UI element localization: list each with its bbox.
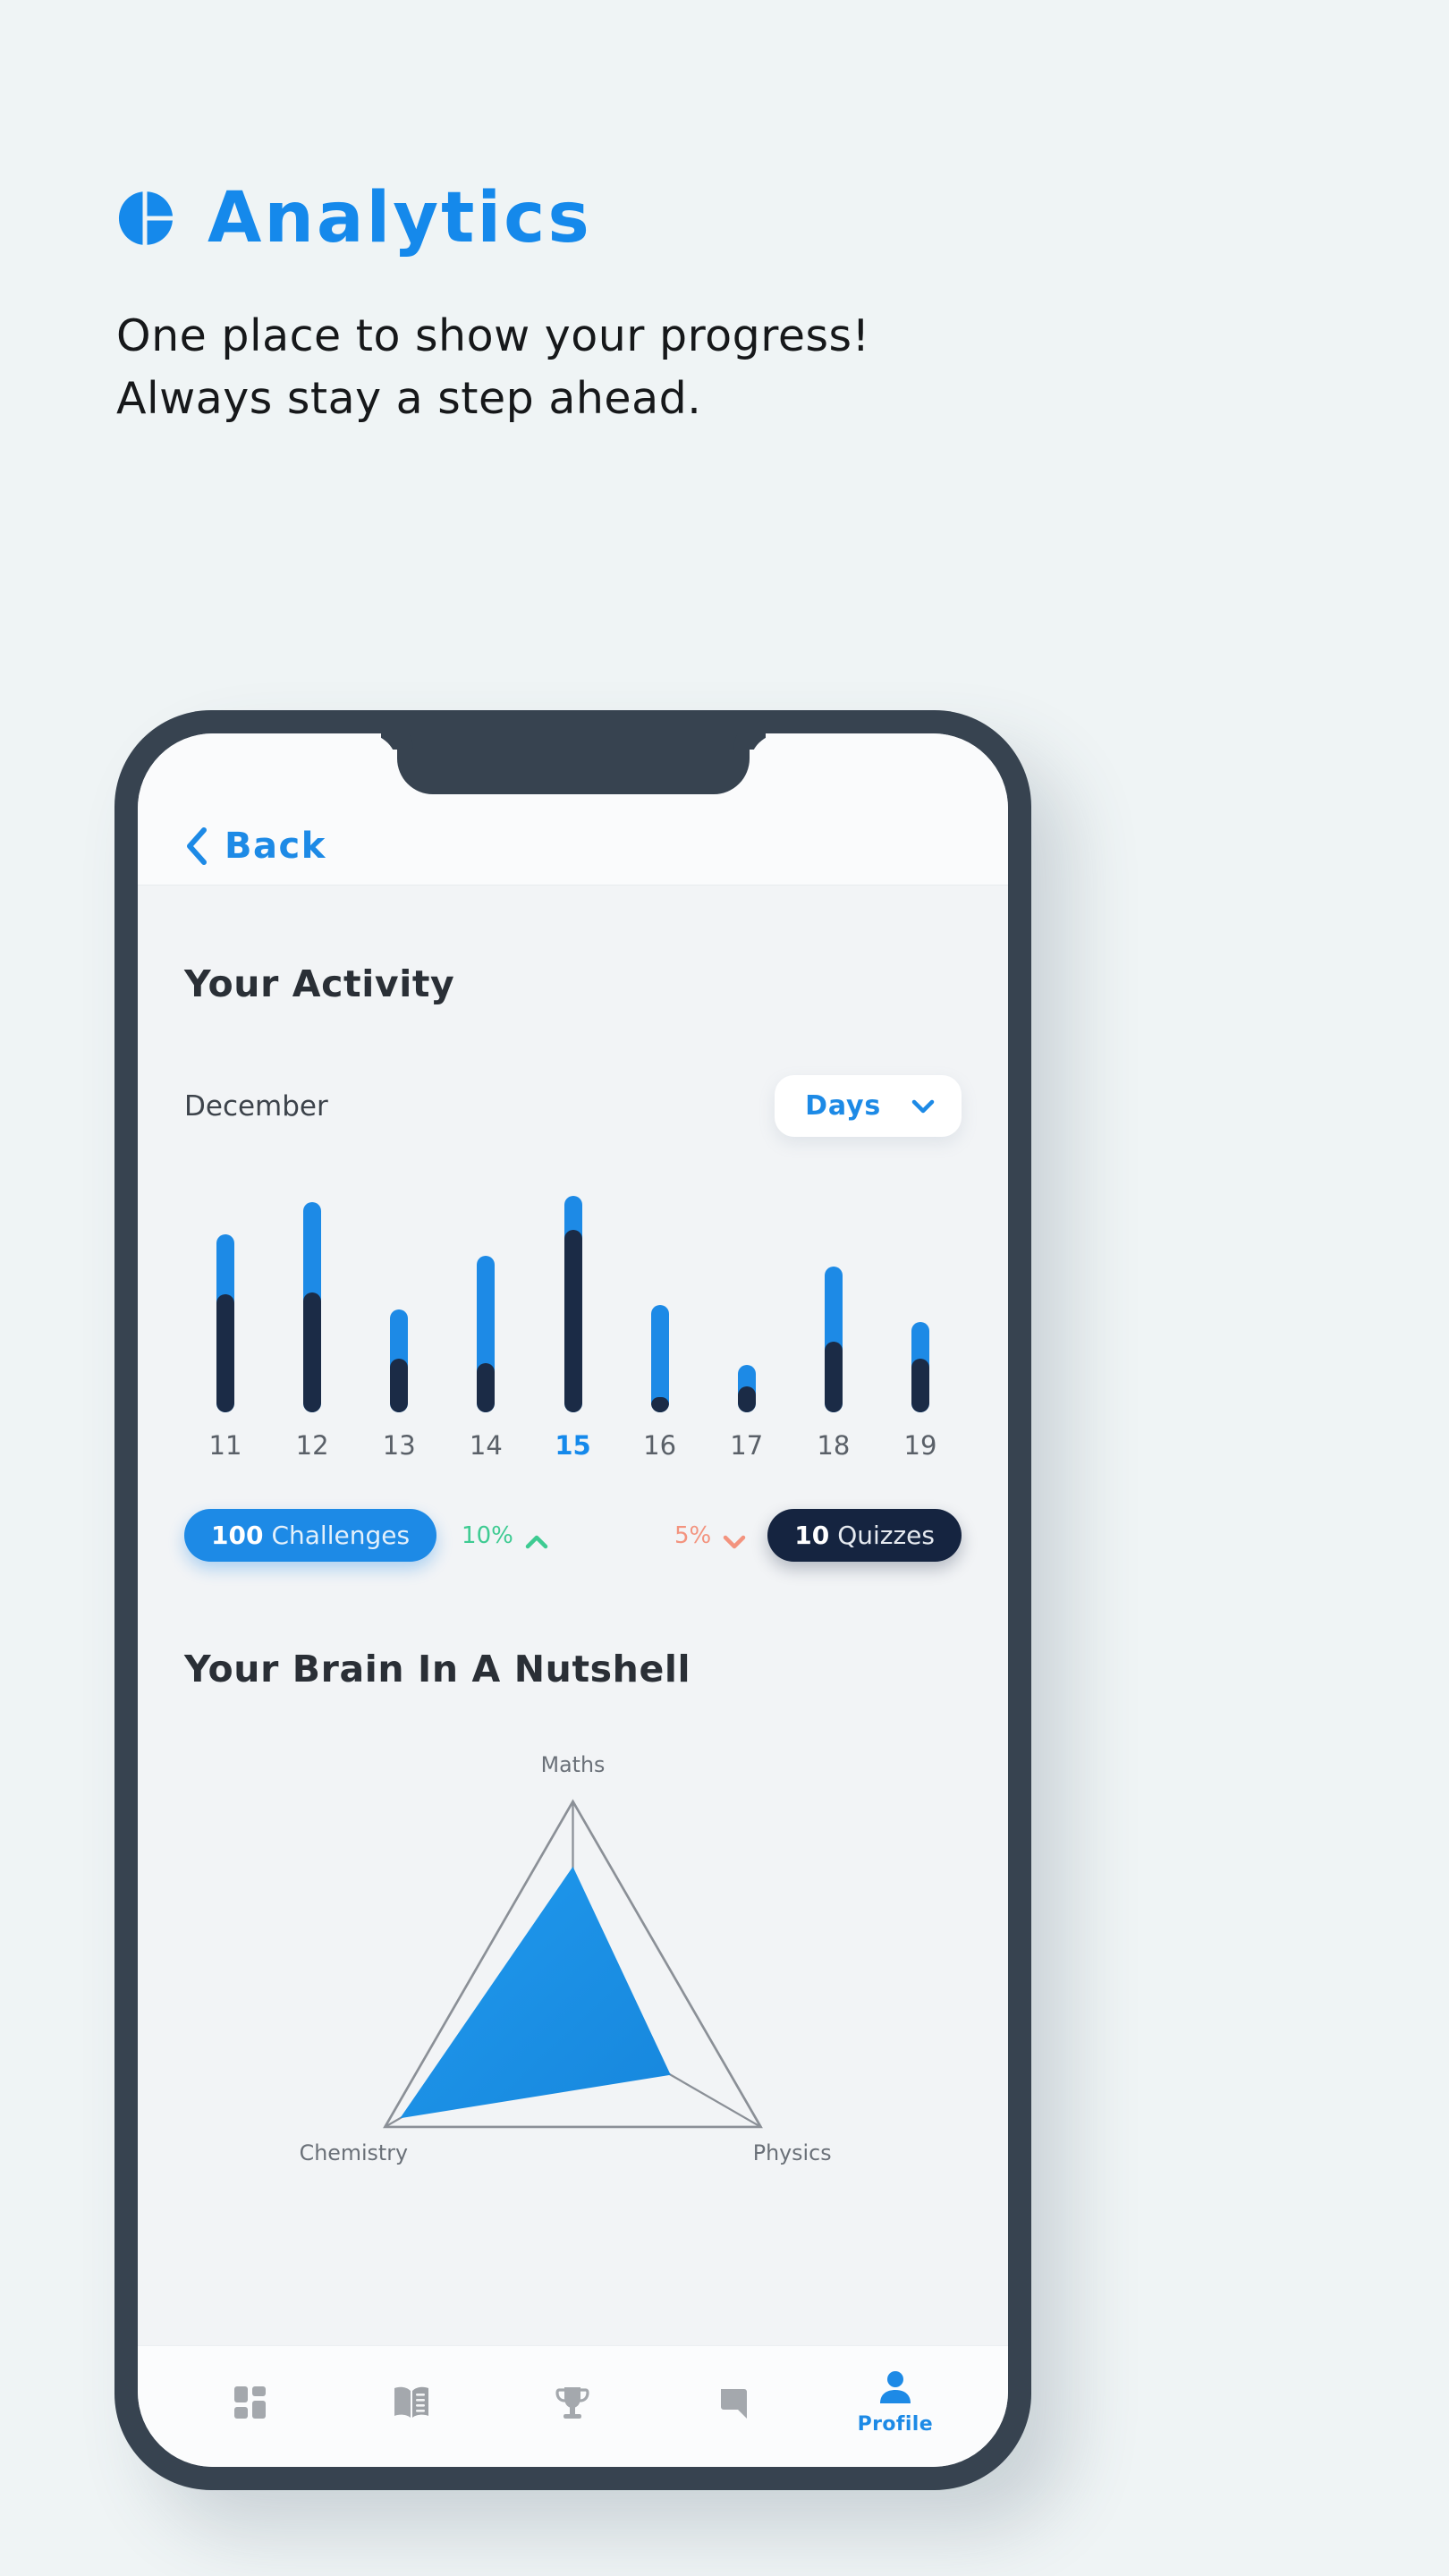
activity-bar bbox=[564, 1195, 582, 1412]
activity-month-label: December bbox=[184, 1089, 328, 1123]
promo-subtitle: One place to show your progress! Always … bbox=[116, 305, 1279, 429]
challenges-label: Challenges bbox=[271, 1521, 411, 1550]
activity-bar bbox=[303, 1201, 322, 1412]
bar-axis-label: 12 bbox=[295, 1430, 329, 1461]
activity-bar-base-segment bbox=[650, 1397, 669, 1412]
bar-axis-label: 19 bbox=[903, 1430, 937, 1461]
activity-bar bbox=[477, 1255, 496, 1412]
phone-screen: Back Your Activity December Days 11 12 13 1… bbox=[138, 733, 1008, 2467]
quizzes-delta-value: 5% bbox=[674, 1521, 712, 1549]
brain-section-title: Your Brain In A Nutshell bbox=[184, 1648, 691, 1690]
promo-subtitle-line-2: Always stay a step ahead. bbox=[116, 372, 702, 424]
quizzes-label: Quizzes bbox=[837, 1521, 935, 1550]
bar-axis-label: 13 bbox=[382, 1430, 416, 1461]
person-icon bbox=[879, 2370, 911, 2403]
chevron-left-icon bbox=[184, 826, 208, 866]
quizzes-delta: 5% bbox=[674, 1522, 746, 1549]
bar-column bbox=[631, 1187, 689, 1412]
activity-bar bbox=[737, 1365, 756, 1412]
radar-axis-label: Physics bbox=[753, 2140, 832, 2165]
activity-bar-base-segment bbox=[564, 1230, 582, 1412]
activity-bar-base-segment bbox=[216, 1294, 234, 1412]
range-select-value: Days bbox=[805, 1090, 881, 1122]
bar-column bbox=[718, 1187, 775, 1412]
promo-header: Analytics One place to show your progres… bbox=[116, 183, 1279, 429]
back-button-label: Back bbox=[225, 826, 326, 867]
quizzes-badge[interactable]: 10 Quizzes bbox=[767, 1509, 962, 1562]
bar-column bbox=[892, 1187, 949, 1412]
bar-axis-label: 14 bbox=[469, 1430, 503, 1461]
radar-axis-label: Chemistry bbox=[300, 2140, 408, 2165]
bar-axis-label: 15 bbox=[555, 1430, 591, 1461]
book-icon bbox=[394, 2386, 429, 2418]
challenges-delta-value: 10% bbox=[462, 1521, 513, 1549]
bar-column bbox=[284, 1187, 341, 1412]
tab-messages[interactable] bbox=[676, 2383, 792, 2422]
activity-bar-base-segment bbox=[824, 1341, 843, 1412]
phone-mockup: Back Your Activity December Days 11 12 13 1… bbox=[114, 710, 1031, 2490]
activity-bar-base-segment bbox=[737, 1386, 756, 1412]
activity-bar bbox=[216, 1233, 234, 1412]
bar-axis-label: 11 bbox=[208, 1430, 242, 1461]
back-button[interactable]: Back bbox=[184, 826, 326, 867]
activity-bar-base-segment bbox=[390, 1359, 409, 1412]
bar-column bbox=[545, 1187, 602, 1412]
chevron-down-icon bbox=[911, 1099, 935, 1114]
promo-subtitle-line-1: One place to show your progress! bbox=[116, 310, 870, 361]
promo-title-row: Analytics bbox=[116, 183, 1279, 253]
bar-axis-label: 18 bbox=[817, 1430, 851, 1461]
trophy-icon bbox=[555, 2386, 590, 2419]
bar-axis-label: 17 bbox=[730, 1430, 764, 1461]
bar-column bbox=[805, 1187, 862, 1412]
activity-month-row: December Days bbox=[184, 1075, 962, 1137]
tab-achievements[interactable] bbox=[514, 2383, 631, 2422]
pie-chart-logo-icon bbox=[116, 190, 174, 247]
activity-bar bbox=[390, 1309, 409, 1412]
tab-library[interactable] bbox=[353, 2383, 470, 2422]
chat-bubble-icon bbox=[720, 2388, 747, 2419]
activity-section-title: Your Activity bbox=[184, 962, 455, 1005]
arrow-down-icon bbox=[723, 1529, 746, 1548]
tab-profile-label: Profile bbox=[857, 2412, 934, 2436]
brain-radar-chart: Maths Physics Chemistry bbox=[184, 1714, 962, 2286]
activity-stats-row: 100 Challenges 10% 5% 10 Quizzes bbox=[184, 1509, 962, 1562]
bar-column bbox=[457, 1187, 514, 1412]
tab-profile[interactable]: Profile bbox=[837, 2369, 953, 2436]
challenges-count: 100 bbox=[211, 1521, 264, 1550]
activity-bar-base-segment bbox=[911, 1359, 929, 1412]
bar-column bbox=[197, 1187, 254, 1412]
activity-bar bbox=[824, 1266, 843, 1412]
bar-column bbox=[370, 1187, 428, 1412]
bottom-tab-bar: Profile bbox=[138, 2345, 1008, 2467]
activity-bar-base-segment bbox=[303, 1292, 322, 1412]
tab-dashboard[interactable] bbox=[192, 2383, 309, 2422]
activity-bar-base-segment bbox=[477, 1362, 496, 1412]
challenges-badge[interactable]: 100 Challenges bbox=[184, 1509, 437, 1562]
dashboard-grid-icon bbox=[234, 2385, 267, 2419]
radar-series-area bbox=[400, 1866, 671, 2119]
activity-bar-chart-labels: 11 12 13 14 15 16 17 18 19 bbox=[184, 1430, 962, 1461]
activity-bar-chart bbox=[184, 1187, 962, 1412]
challenges-delta: 10% bbox=[462, 1522, 548, 1549]
activity-bar bbox=[911, 1322, 929, 1412]
radar-axis-label: Maths bbox=[541, 1752, 606, 1777]
bar-axis-label: 16 bbox=[643, 1430, 677, 1461]
quizzes-count: 10 bbox=[794, 1521, 830, 1550]
app-body: Your Activity December Days 11 12 13 14 15 16… bbox=[138, 886, 1008, 2345]
page-title: Analytics bbox=[208, 178, 592, 258]
arrow-up-icon bbox=[525, 1529, 548, 1548]
phone-notch bbox=[396, 733, 750, 794]
range-select-days[interactable]: Days bbox=[775, 1075, 962, 1137]
activity-bar bbox=[650, 1305, 669, 1412]
